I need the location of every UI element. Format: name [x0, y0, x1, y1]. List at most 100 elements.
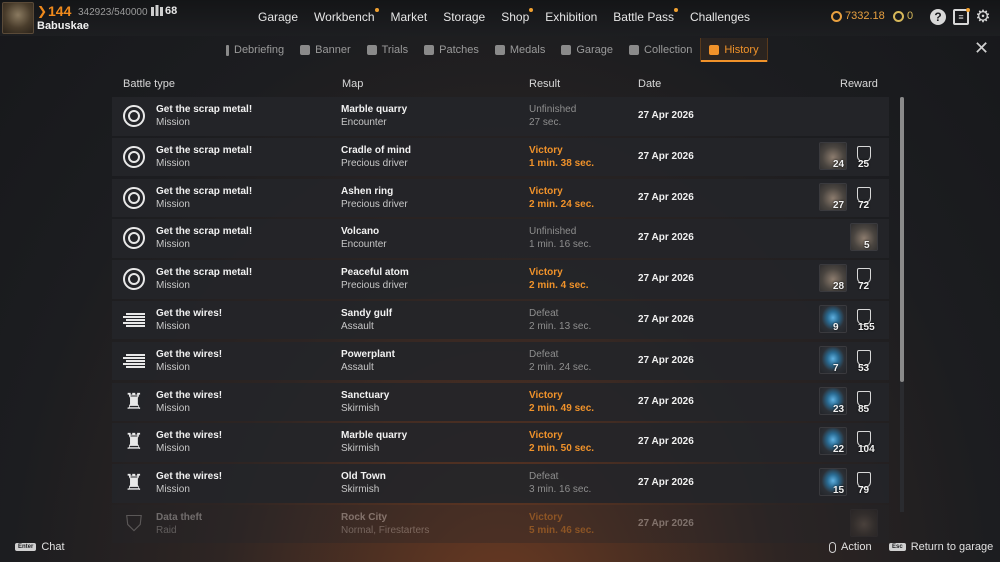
map-name: Marble quarry	[341, 430, 408, 442]
battle-mode: Mission	[156, 361, 190, 373]
battle-mode: Mission	[156, 484, 190, 496]
map-name: Marble quarry	[341, 104, 408, 115]
battle-type-cell: Get the scrap metal! Mission	[156, 144, 252, 170]
badge-value: 68	[165, 5, 178, 17]
nav-storage[interactable]: Storage	[443, 10, 485, 24]
map-cell: Sandy gulf Assault	[341, 307, 392, 333]
result-label: Unfinished	[529, 104, 577, 115]
nav-battle-pass[interactable]: Battle Pass	[613, 8, 678, 24]
result-cell: Victory 1 min. 38 sec.	[529, 144, 594, 170]
nav-garage[interactable]: Garage	[258, 10, 298, 24]
coins-value: 7332.18	[845, 10, 885, 22]
tab-label: Banner	[315, 44, 351, 56]
mouse-icon	[829, 541, 836, 553]
history-row[interactable]: Get the scrap metal! Mission Volcano Encoun…	[112, 219, 889, 258]
scrollbar-thumb[interactable]	[900, 97, 904, 382]
reward-amount: 5	[864, 240, 870, 252]
scrap-reward-icon	[850, 508, 878, 537]
close-icon[interactable]: ✕	[974, 38, 989, 59]
lines-icon	[122, 308, 146, 332]
gear-icon[interactable]: ⚙	[975, 7, 991, 26]
reward-amount: 7	[833, 362, 839, 374]
map-cell: Marble quarry Encounter	[341, 103, 407, 129]
chat-label: Chat	[41, 541, 65, 553]
tab-trials[interactable]: Trials	[359, 38, 416, 62]
lines-shape	[123, 312, 145, 327]
nav-shop[interactable]: Shop	[501, 8, 534, 24]
tab-banner[interactable]: Banner	[292, 38, 358, 62]
history-row[interactable]: Get the scrap metal! Mission Ashen ring Pre…	[112, 178, 889, 218]
history-row[interactable]: Get the scrap metal! Mission Cradle of min…	[112, 137, 889, 177]
scrollbar[interactable]	[900, 97, 904, 512]
history-row[interactable]: ♜ Get the wires! Mission Sanctuary Skirmish V…	[112, 382, 889, 422]
col-reward: Reward	[840, 78, 878, 90]
battle-mode: Mission	[156, 402, 190, 414]
patches-icon	[424, 45, 435, 55]
chat-hint[interactable]: Enter Chat	[15, 541, 65, 553]
tab-medals[interactable]: Medals	[487, 38, 553, 62]
result-label: Victory	[529, 389, 563, 401]
result-duration: 2 min. 49 sec.	[529, 402, 595, 414]
map-mode: Assault	[341, 361, 374, 373]
battle-mode: Mission	[156, 320, 190, 332]
badges-display[interactable]: 0	[893, 10, 913, 22]
avatar[interactable]	[2, 2, 34, 34]
tab-label: Debriefing	[234, 44, 285, 56]
result-duration: 27 sec.	[529, 117, 562, 128]
return-to-garage-button[interactable]: Esc Return to garage	[889, 541, 993, 553]
battle-mode: Mission	[156, 239, 190, 251]
coins-display[interactable]: 7332.18	[831, 10, 885, 22]
nav-challenges[interactable]: Challenges	[690, 10, 750, 24]
history-row[interactable]: ♜ Get the wires! Mission Old Town Skirmish De…	[112, 464, 889, 503]
col-result: Result	[529, 78, 561, 90]
action-label: Action	[841, 541, 872, 553]
messages-icon[interactable]: ≡	[953, 8, 970, 25]
history-row[interactable]: Get the wires! Mission Powerplant Assault De…	[112, 341, 889, 381]
mech-glyph: ♜	[124, 388, 144, 414]
mech-icon: ♜	[122, 430, 146, 454]
reward-amount: 79	[858, 485, 870, 497]
tab-history[interactable]: History	[700, 38, 768, 62]
battle-mode: Mission	[156, 280, 190, 292]
lines-icon	[122, 349, 146, 373]
map-name: Peaceful atom	[341, 267, 409, 279]
date-cell: 27 Apr 2026	[638, 354, 694, 366]
tab-garage[interactable]: Garage	[553, 38, 621, 62]
history-row[interactable]: ⛉ Data theft Raid Rock City Normal, Firestar…	[112, 504, 889, 544]
sub-nav: Debriefing Banner Trials Patches Medals Garag…	[218, 38, 768, 62]
tab-debriefing[interactable]: Debriefing	[218, 38, 292, 62]
reward-amount: 15	[833, 485, 845, 497]
result-duration: 2 min. 13 sec.	[529, 320, 592, 332]
tab-collection[interactable]: Collection	[621, 38, 700, 62]
result-label: Victory	[529, 144, 563, 156]
result-cell: Unfinished 1 min. 16 sec.	[529, 225, 591, 251]
history-row[interactable]: ♜ Get the wires! Mission Marble quarry Skirm…	[112, 423, 889, 462]
result-duration: 1 min. 38 sec.	[529, 157, 595, 169]
hex-icon	[122, 267, 146, 291]
tab-label: Patches	[439, 44, 479, 56]
history-row[interactable]: Get the scrap metal! Mission Marble quarry…	[112, 97, 889, 136]
map-cell: Cradle of mind Precious driver	[341, 144, 411, 170]
history-row[interactable]: Get the scrap metal! Mission Peaceful atom…	[112, 260, 889, 299]
date-cell: 27 Apr 2026	[638, 517, 694, 529]
result-label: Victory	[529, 511, 563, 523]
nav-market[interactable]: Market	[391, 10, 428, 24]
banner-icon	[300, 45, 311, 55]
map-cell: Peaceful atom Precious driver	[341, 266, 409, 292]
result-label: Victory	[529, 267, 563, 279]
hex-shape	[123, 227, 145, 250]
result-label: Defeat	[529, 471, 559, 483]
nav-exhibition[interactable]: Exhibition	[545, 10, 597, 24]
player-name: Babuskae	[37, 20, 89, 32]
result-label: Defeat	[529, 307, 559, 319]
help-icon[interactable]: ?	[930, 9, 946, 25]
nav-workbench[interactable]: Workbench	[314, 8, 380, 24]
battle-type: Get the wires!	[156, 348, 223, 360]
tab-patches[interactable]: Patches	[416, 38, 487, 62]
result-label: Defeat	[529, 348, 559, 360]
action-hint[interactable]: Action	[829, 541, 872, 553]
history-row[interactable]: Get the wires! Mission Sandy gulf Assault De…	[112, 300, 889, 340]
battle-type-cell: Get the wires! Mission	[156, 348, 222, 374]
battle-mode: Mission	[156, 443, 190, 455]
hex-icon	[122, 145, 146, 169]
